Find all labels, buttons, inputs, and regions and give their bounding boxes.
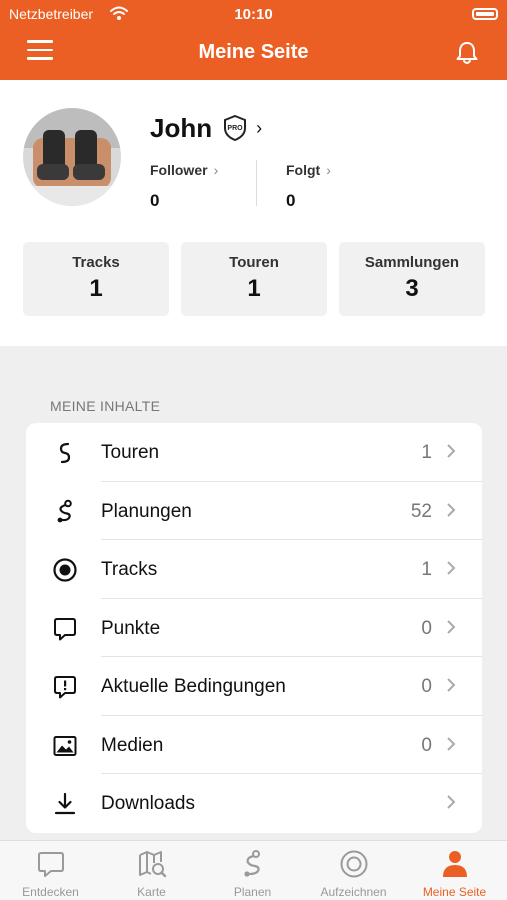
- list-item-label: Medien: [101, 734, 164, 756]
- list-item-count: 0: [421, 676, 432, 697]
- tab-karte[interactable]: Karte: [101, 841, 202, 900]
- follower-count: 0: [150, 191, 160, 210]
- stat-card-tracks[interactable]: Tracks 1: [23, 242, 169, 316]
- list-item-label: Tracks: [101, 559, 158, 580]
- chevron-right-icon: [447, 678, 456, 692]
- stat-label: Touren: [229, 254, 279, 271]
- following-label: Folgt: [286, 162, 321, 178]
- tab-label: Aufzeichnen: [320, 885, 387, 899]
- stat-value: 3: [405, 275, 419, 302]
- speech-bubble-icon: [54, 617, 76, 640]
- record-dot-icon: [53, 558, 77, 582]
- status-time: 10:10: [234, 6, 273, 23]
- stat-label: Sammlungen: [364, 254, 460, 271]
- conditions-bubble-icon: [54, 676, 76, 699]
- profile-section: John PRO › Follower › 0 Folgt › 0 Tracks 1…: [0, 80, 507, 346]
- record-icon: [340, 850, 368, 878]
- tab-label: Entdecken: [22, 885, 79, 899]
- profile-name: John: [150, 112, 213, 143]
- profile-name-row[interactable]: John PRO ›: [150, 112, 262, 144]
- image-icon: [53, 735, 77, 756]
- chevron-right-icon: [447, 736, 456, 751]
- list-item-bedingungen[interactable]: Aktuelle Bedingungen 0: [26, 657, 482, 716]
- status-bar: Netzbetreiber 10:10: [0, 0, 507, 28]
- list-item-count: 1: [421, 442, 432, 463]
- map-search-icon: [139, 851, 167, 878]
- list-item-count: 1: [421, 559, 432, 580]
- list-item-count: 0: [421, 617, 432, 639]
- follower-label: Follower: [150, 162, 208, 178]
- stat-card-touren[interactable]: Touren 1: [181, 242, 327, 316]
- tab-label: Karte: [137, 885, 166, 899]
- tab-aufzeichnen[interactable]: Aufzeichnen: [303, 841, 404, 900]
- content-list: Touren 1 Planungen 52 Tracks 1 Punkte 0: [26, 423, 482, 833]
- list-item-count: 52: [410, 500, 432, 522]
- list-item-downloads[interactable]: Downloads: [26, 774, 482, 833]
- chevron-right-icon: [447, 444, 456, 458]
- chevron-right-icon: ›: [256, 117, 263, 138]
- list-item-count: 0: [421, 734, 432, 756]
- tab-label: Planen: [233, 885, 272, 899]
- list-item-touren[interactable]: Touren 1: [26, 423, 482, 482]
- stat-card-sammlungen[interactable]: Sammlungen 3: [339, 242, 485, 316]
- follower-stat[interactable]: Follower › 0: [150, 162, 218, 211]
- tab-bar: Entdecken Karte Planen Aufzeichnen Meine…: [0, 840, 507, 900]
- notification-bell-icon[interactable]: [454, 40, 480, 66]
- list-item-label: Aktuelle Bedingungen: [101, 676, 286, 697]
- tab-planen[interactable]: Planen: [202, 841, 303, 900]
- stat-value: 1: [89, 275, 103, 302]
- list-item-punkte[interactable]: Punkte 0: [26, 599, 482, 657]
- chevron-right-icon: [447, 619, 456, 634]
- svg-text:PRO: PRO: [228, 125, 244, 132]
- list-item-label: Punkte: [101, 617, 161, 639]
- chevron-right-icon: [447, 502, 456, 517]
- section-heading: MEINE INHALTE: [50, 398, 161, 414]
- following-stat[interactable]: Folgt › 0: [286, 162, 331, 211]
- discover-bubble-icon: [38, 852, 64, 877]
- list-item-label: Touren: [101, 442, 160, 463]
- tab-meine-seite[interactable]: Meine Seite: [404, 841, 505, 900]
- profile-person-icon: [443, 851, 467, 877]
- battery-icon: [472, 8, 498, 20]
- app-header: Netzbetreiber 10:10 Meine Seite: [0, 0, 507, 80]
- page-title: Meine Seite: [198, 41, 309, 63]
- tour-route-icon: [59, 442, 71, 464]
- stat-value: 1: [247, 275, 261, 302]
- list-item-medien[interactable]: Medien 0: [26, 716, 482, 774]
- list-item-label: Downloads: [101, 793, 195, 814]
- avatar[interactable]: [23, 108, 121, 206]
- list-item-label: Planungen: [101, 500, 192, 522]
- list-item-planungen[interactable]: Planungen 52: [26, 482, 482, 540]
- plan-route-icon: [244, 850, 260, 877]
- stat-label: Tracks: [72, 254, 120, 271]
- divider: [256, 160, 257, 206]
- chevron-right-icon: ›: [213, 162, 219, 178]
- following-count: 0: [286, 191, 296, 210]
- download-icon: [54, 792, 76, 815]
- planning-route-icon: [57, 499, 72, 522]
- list-item-tracks[interactable]: Tracks 1: [26, 540, 482, 599]
- chevron-right-icon: [447, 561, 456, 575]
- tab-label: Meine Seite: [422, 885, 487, 899]
- pro-badge-icon: PRO: [224, 115, 247, 141]
- chevron-right-icon: [447, 795, 456, 809]
- chevron-right-icon: ›: [326, 162, 331, 178]
- tab-entdecken[interactable]: Entdecken: [0, 841, 101, 900]
